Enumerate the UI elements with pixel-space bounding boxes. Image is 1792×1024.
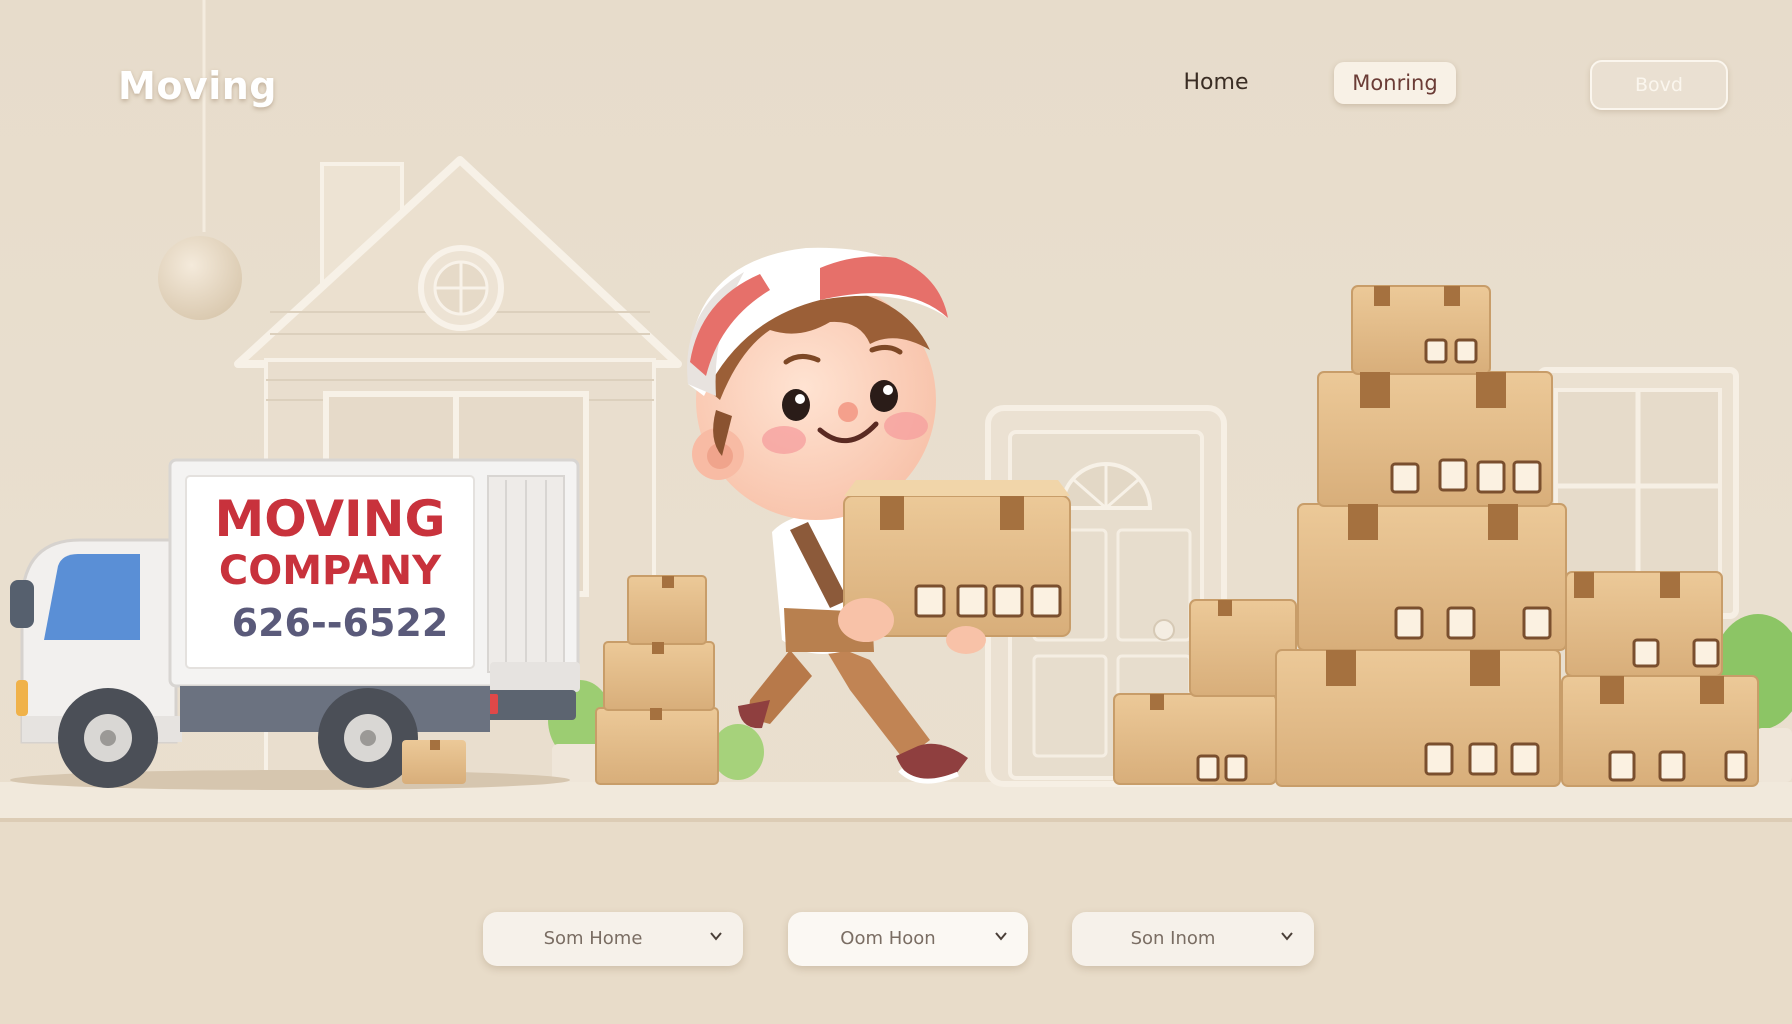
home-select-1[interactable]: Som Home — [483, 912, 743, 966]
book-button[interactable]: Bovd — [1590, 60, 1728, 110]
nav-home-link[interactable]: Home — [1178, 62, 1254, 104]
truck-sign-line2: COMPANY — [219, 548, 442, 594]
pendant-lamp — [158, 0, 242, 320]
chevron-down-icon — [995, 932, 1007, 941]
home-select-2[interactable]: Oom Hoon — [788, 912, 1028, 966]
truck-sign-line1: MOVING — [214, 490, 445, 548]
plant-mid — [712, 724, 764, 780]
brand-logo[interactable]: Moving — [118, 64, 277, 108]
chevron-down-icon — [710, 932, 722, 941]
small-box — [402, 740, 466, 784]
truck-sign-phone: 626--6522 — [232, 601, 449, 645]
hero-illustration: MOVING COMPANY 626--6522 — [0, 0, 1792, 1024]
select-label: Oom Hoon — [840, 928, 936, 949]
chevron-down-icon — [1281, 932, 1293, 941]
nav-moving-link[interactable]: Monring — [1334, 62, 1456, 104]
home-select-3[interactable]: Son Inom — [1072, 912, 1314, 966]
select-label: Som Home — [543, 928, 643, 949]
select-label: Son Inom — [1130, 928, 1216, 949]
